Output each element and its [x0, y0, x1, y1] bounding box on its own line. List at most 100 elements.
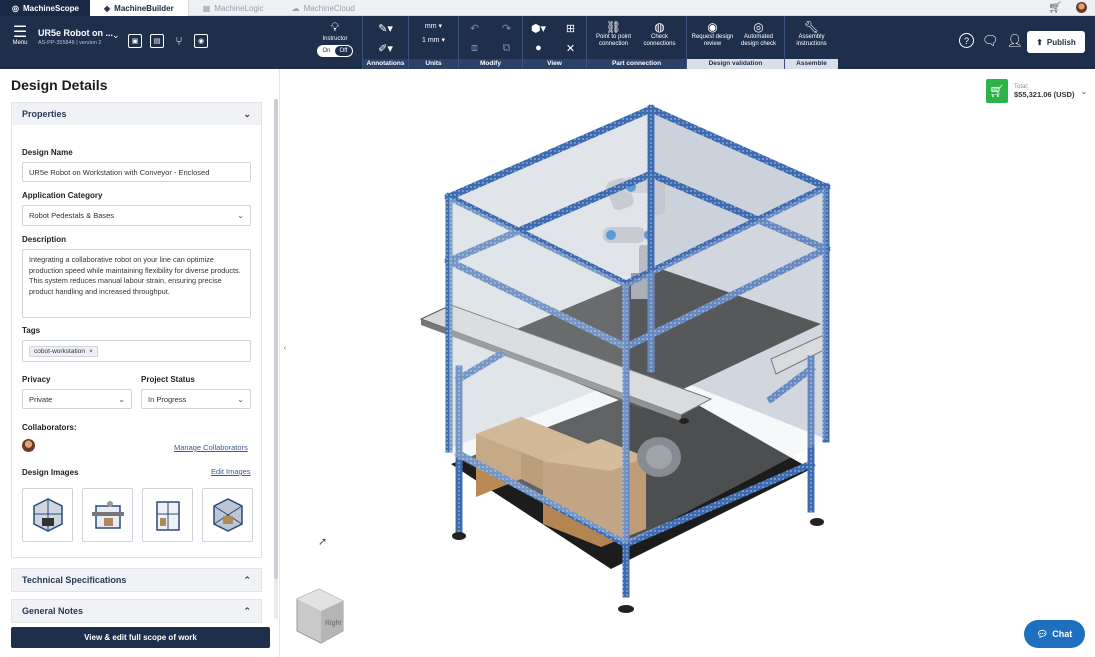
project-actions: ▣ ▤ ⑂ ◉ — [128, 34, 208, 48]
edit-images-link[interactable]: Edit Images — [211, 467, 251, 476]
chevron-down-icon: ⌄ — [1080, 86, 1088, 96]
description-label: Description — [22, 235, 67, 244]
assemble-group: 🔧︎ Assembly instructions Assemble — [784, 16, 838, 69]
privacy-value: Private — [29, 394, 53, 404]
brand-tab[interactable]: ◎ MachineScope — [0, 0, 90, 16]
toggle-off[interactable]: Off — [335, 46, 352, 56]
view-edit-scope-button[interactable]: View & edit full scope of work — [11, 627, 270, 648]
app-category-select[interactable]: Robot Pedestals & Bases ⌄ — [22, 205, 251, 226]
collapse-panel-icon[interactable]: ‹ — [281, 340, 289, 354]
annotation-tool-icon[interactable]: ✎▾ — [375, 20, 397, 36]
design-image-thumbnail[interactable] — [142, 488, 193, 542]
units-group: mm ▾ 1 mm ▾ Units — [408, 16, 458, 69]
collaborator-avatar[interactable] — [22, 439, 35, 452]
app-category-value: Robot Pedestals & Bases — [29, 211, 115, 220]
chevron-down-icon[interactable]: ⌄ — [112, 30, 120, 41]
explode-icon[interactable]: ● — [528, 40, 550, 56]
chevron-down-icon: ⌄ — [237, 394, 244, 404]
tabbar-right: 🛒︎ — [1048, 0, 1095, 15]
user-avatar[interactable] — [1076, 2, 1087, 13]
panel-scrollbar[interactable] — [274, 99, 278, 619]
description-textarea[interactable]: Integrating a collaborative robot on you… — [22, 249, 251, 318]
units-value-2: 1 mm — [422, 37, 440, 44]
project-info[interactable]: UR5e Robot on ... AS-PP-355846 | version… — [38, 28, 118, 46]
upload-icon: ⬆ — [1036, 37, 1043, 47]
modify-group: ↶ ↷ ⧈ ⧉ Modify — [458, 16, 522, 69]
tag-chip-label: cobot-workstation — [34, 347, 85, 355]
feedback-icon[interactable]: 🗨︎ — [982, 33, 999, 49]
point-to-point-button[interactable]: ⛓︎ Point to point connection — [591, 20, 637, 48]
camera-icon[interactable]: ◉ — [194, 34, 208, 48]
request-review-label: Request design review — [691, 34, 734, 47]
design-validation-group-label: Design validation — [687, 59, 784, 69]
scrollbar-thumb[interactable] — [274, 99, 278, 579]
tab-machinecloud[interactable]: ☁ MachineCloud — [278, 0, 369, 16]
increment-selector[interactable]: 1 mm ▾ — [422, 36, 445, 44]
collapse-arrows-icon[interactable]: ✕ — [560, 40, 582, 56]
cloud-icon: ☁ — [291, 3, 300, 13]
save-icon[interactable]: ▣ — [128, 34, 142, 48]
chevron-up-icon: ⌃ — [243, 605, 251, 616]
general-notes-section[interactable]: General Notes ⌃ — [11, 599, 262, 623]
chevron-down-icon: ⌄ — [237, 211, 244, 220]
logic-icon: ▦ — [202, 3, 211, 13]
main-toolbar: ☰ Menu UR5e Robot on ... AS-PP-355846 | … — [0, 16, 1095, 69]
design-image-thumbnail[interactable] — [202, 488, 253, 542]
privacy-label: Privacy — [22, 375, 51, 384]
chat-button[interactable]: 💬︎ Chat — [1024, 620, 1085, 648]
measure-tool-icon[interactable]: ✐▾ — [375, 40, 397, 56]
annotations-group: ✎▾ ✐▾ Annotations — [362, 16, 408, 69]
wrench-icon: 🔧︎ — [803, 20, 820, 34]
user-settings-icon[interactable]: 👤︎ — [1006, 33, 1023, 49]
tab-machinelogic-label: MachineLogic — [214, 3, 264, 13]
automated-check-button[interactable]: ◎ Automated design check — [736, 20, 782, 48]
design-image-thumbnail[interactable] — [22, 488, 73, 542]
toggle-on[interactable]: On — [318, 46, 335, 56]
project-status-select[interactable]: In Progress ⌄ — [141, 389, 251, 409]
document-icon[interactable]: ▤ — [150, 34, 164, 48]
lightbulb-icon: 💡︎ — [330, 20, 340, 34]
machine-3d-model[interactable]: Right — [281, 69, 1095, 657]
units-selector[interactable]: mm ▾ — [425, 22, 442, 30]
ungroup-icon[interactable]: ⧉ — [496, 40, 518, 56]
view-cube[interactable]: Right — [296, 588, 344, 644]
publish-button[interactable]: ⬆ Publish — [1027, 31, 1085, 53]
tab-machinelogic[interactable]: ▦ MachineLogic — [189, 0, 278, 16]
mouse-cursor-icon: ➚ — [318, 536, 328, 548]
remove-tag-icon[interactable]: × — [89, 348, 93, 355]
instructor-toggle[interactable]: On Off — [317, 45, 353, 57]
hierarchy-icon[interactable]: ⊞ — [560, 20, 582, 36]
tags-input[interactable]: cobot-workstation × — [22, 340, 251, 362]
assembly-instructions-label: Assembly instructions — [796, 34, 827, 47]
menu-button[interactable]: ☰ Menu — [8, 25, 32, 47]
tech-specs-header-label: Technical Specifications — [22, 575, 127, 585]
design-image-thumbnail[interactable] — [82, 488, 133, 542]
total-price-widget[interactable]: 🛒︎ Total: $55,321.06 (USD) ⌄ — [986, 77, 1090, 105]
properties-section-header[interactable]: Properties ⌄ — [11, 102, 262, 126]
tab-machinebuilder[interactable]: ◈ MachineBuilder — [90, 0, 189, 16]
branch-icon[interactable]: ⑂ — [172, 34, 186, 48]
redo-icon[interactable]: ↷ — [496, 20, 518, 36]
design-name-field[interactable]: UR5e Robot on Workstation with Conveyor … — [22, 162, 251, 182]
cart-icon[interactable]: 🛒︎ — [1048, 1, 1062, 14]
brand-logo-icon: ◎ — [12, 3, 19, 13]
undo-icon[interactable]: ↶ — [464, 20, 486, 36]
app-category-label: Application Category — [22, 191, 103, 200]
robot-check-icon: ◎ — [753, 20, 764, 34]
help-icon[interactable]: ? — [958, 33, 974, 48]
cube-view-icon[interactable]: ⬢▾ — [528, 20, 550, 36]
request-review-button[interactable]: ◉ Request design review — [690, 20, 736, 48]
technical-specifications-section[interactable]: Technical Specifications ⌃ — [11, 568, 262, 592]
privacy-select[interactable]: Private ⌄ — [22, 389, 132, 409]
publish-label: Publish — [1046, 37, 1076, 47]
project-status-value: In Progress — [148, 394, 187, 404]
group-icon[interactable]: ⧈ — [464, 40, 486, 56]
chat-label: Chat — [1052, 629, 1073, 639]
project-title: UR5e Robot on ... — [38, 28, 113, 38]
cart-icon: 🛒︎ — [986, 79, 1008, 103]
3d-viewport[interactable]: Right — [281, 69, 1095, 657]
assembly-instructions-button[interactable]: 🔧︎ Assembly instructions — [789, 20, 835, 48]
manage-collaborators-link[interactable]: Manage Collaborators — [174, 443, 248, 452]
units-group-label: Units — [409, 59, 458, 69]
check-connections-button[interactable]: ◍ Check connections — [637, 20, 683, 48]
